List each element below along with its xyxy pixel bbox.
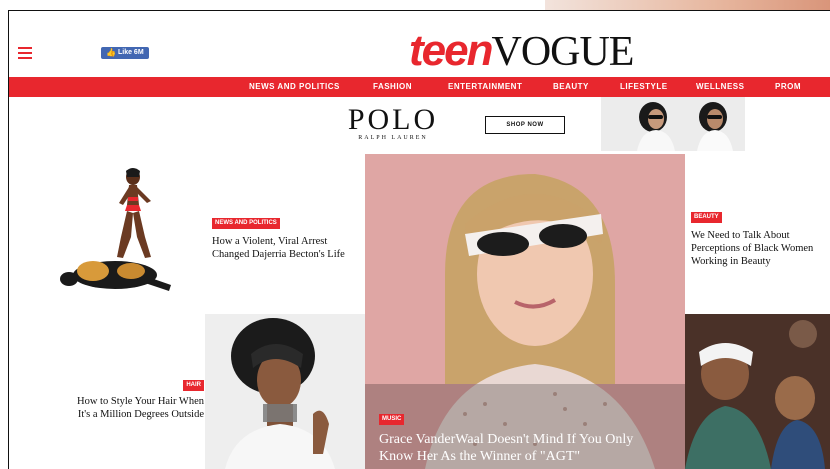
nav-lifestyle[interactable]: LIFESTYLE — [620, 77, 668, 97]
nav-wellness[interactable]: WELLNESS — [696, 77, 744, 97]
headline-line: Grace VanderWaal Doesn't Mind If You Onl… — [379, 432, 634, 447]
nav-entertainment[interactable]: ENTERTAINMENT — [448, 77, 522, 97]
main-nav: NEWS AND POLITICS FASHION ENTERTAINMENT … — [9, 77, 830, 97]
hair-story-photo[interactable] — [205, 314, 365, 469]
tag-music[interactable]: MUSIC — [379, 414, 405, 425]
hamburger-icon[interactable] — [18, 47, 32, 59]
facebook-like-button[interactable]: 👍 Like 6M — [101, 47, 149, 59]
headline-line: Perceptions of Black Women — [691, 243, 814, 254]
headline-line: How a Violent, Viral Arrest — [212, 236, 328, 247]
tag-beauty[interactable]: BEAUTY — [691, 212, 722, 223]
ad-photo[interactable] — [601, 97, 745, 151]
tag-news-and-politics[interactable]: NEWS AND POLITICS — [212, 218, 280, 229]
ad-brand-name: POLO — [347, 103, 439, 136]
facebook-like-label: Like 6M — [117, 49, 144, 56]
story-illustration[interactable] — [53, 167, 177, 307]
ad-polo-logo[interactable]: POLO RALPH LAUREN — [345, 103, 441, 142]
story-beauty[interactable]: BEAUTY We Need to Talk About Perceptions… — [691, 205, 826, 268]
nav-news-and-politics[interactable]: NEWS AND POLITICS — [249, 77, 340, 97]
story-hair[interactable]: HAIR How to Style Your Hair When It's a … — [54, 373, 204, 421]
nav-beauty[interactable]: BEAUTY — [553, 77, 589, 97]
nav-prom[interactable]: PROM — [775, 77, 801, 97]
headline-line: Working in Beauty — [691, 256, 771, 267]
story-beauty-headline[interactable]: We Need to Talk About Perceptions of Bla… — [691, 229, 826, 268]
story-politics[interactable]: NEWS AND POLITICS How a Violent, Viral A… — [212, 211, 362, 261]
nav-fashion[interactable]: FASHION — [373, 77, 412, 97]
headline-line: We Need to Talk About — [691, 230, 790, 241]
tag-hair[interactable]: HAIR — [183, 380, 204, 391]
logo-teen: teen — [409, 26, 493, 75]
teen-vogue-logo[interactable]: teen VOGUE — [409, 26, 634, 76]
logo-vogue: VOGUE — [491, 29, 634, 75]
headline-line: It's a Million Degrees Outside — [77, 409, 204, 420]
headline-line: Changed Dajerria Becton's Life — [212, 249, 345, 260]
browser-page: 👍 Like 6M teen VOGUE NEWS AND POLITICS F… — [8, 10, 830, 469]
headline-line: Know Her As the Winner of "AGT" — [379, 449, 581, 464]
headline-line: How to Style Your Hair When — [77, 396, 204, 407]
crowd-story-photo[interactable] — [685, 314, 830, 469]
story-hair-headline[interactable]: How to Style Your Hair When It's a Milli… — [54, 395, 204, 421]
ad-subbrand-name: RALPH LAUREN — [358, 135, 428, 141]
thumbs-up-icon: 👍 — [106, 48, 116, 57]
story-politics-headline[interactable]: How a Violent, Viral Arrest Changed Daje… — [212, 235, 362, 261]
hero-headline[interactable]: Grace VanderWaal Doesn't Mind If You Onl… — [379, 431, 679, 465]
ad-shop-now-button[interactable]: SHOP NOW — [485, 116, 565, 134]
hero-caption[interactable]: MUSIC Grace VanderWaal Doesn't Mind If Y… — [379, 407, 679, 465]
background-photo-corner — [545, 0, 830, 10]
hero-story[interactable]: MUSIC Grace VanderWaal Doesn't Mind If Y… — [365, 154, 685, 469]
